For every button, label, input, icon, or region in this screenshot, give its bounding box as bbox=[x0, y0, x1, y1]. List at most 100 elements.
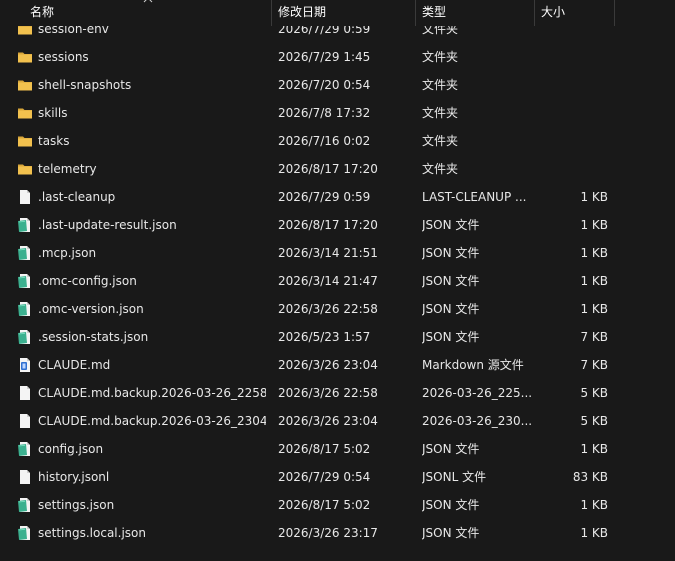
file-modified-date: 2026/8/17 5:02 bbox=[278, 442, 371, 456]
file-row[interactable]: .omc-config.json 2026/3/14 21:47 JSON 文件 1 … bbox=[0, 267, 675, 295]
folder-icon bbox=[17, 161, 33, 177]
file-size bbox=[540, 155, 608, 183]
file-row[interactable]: CLAUDE.md.backup.2026-03-26_2304... 2026/… bbox=[0, 407, 675, 435]
file-name: CLAUDE.md bbox=[38, 358, 111, 372]
column-header-size[interactable]: 大小 bbox=[541, 0, 613, 26]
file-modified-date: 2026/3/26 23:04 bbox=[278, 358, 378, 372]
file-row[interactable]: CLAUDE.md 2026/3/26 23:04 Markdown 源文件 7 KB bbox=[0, 351, 675, 379]
column-divider[interactable] bbox=[534, 0, 535, 26]
file-name: sessions bbox=[38, 50, 89, 64]
file-type: 2026-03-26_225... bbox=[422, 386, 532, 400]
file-row[interactable]: CLAUDE.md.backup.2026-03-26_2258... 2026/… bbox=[0, 379, 675, 407]
file-size: 1 KB bbox=[580, 190, 608, 204]
column-header-size-label: 大小 bbox=[541, 5, 566, 19]
column-header-type[interactable]: 类型 bbox=[422, 0, 532, 26]
file-modified-date: 2026/3/26 23:04 bbox=[278, 414, 378, 428]
file-modified-date: 2026/7/20 0:54 bbox=[278, 78, 371, 92]
file-modified-date: 2026/7/29 0:59 bbox=[278, 190, 371, 204]
file-name: CLAUDE.md.backup.2026-03-26_2304... bbox=[38, 414, 266, 428]
file-type: JSON 文件 bbox=[422, 274, 480, 288]
json-file-icon bbox=[17, 245, 33, 261]
file-size: 1 KB bbox=[580, 302, 608, 316]
file-type: 文件夹 bbox=[422, 78, 459, 92]
file-row[interactable]: .omc-version.json 2026/3/26 22:58 JSON 文件 1… bbox=[0, 295, 675, 323]
file-type: JSONL 文件 bbox=[422, 470, 487, 484]
file-icon bbox=[17, 189, 33, 205]
file-list: session-env 2026/7/29 0:59 文件夹 sessions 2026… bbox=[0, 15, 675, 547]
file-type: JSON 文件 bbox=[422, 302, 480, 316]
file-size: 1 KB bbox=[580, 246, 608, 260]
file-name: .last-cleanup bbox=[38, 190, 116, 204]
file-size: 83 KB bbox=[572, 470, 608, 484]
folder-icon bbox=[17, 49, 33, 65]
file-type: JSON 文件 bbox=[422, 442, 480, 456]
file-size: 5 KB bbox=[580, 414, 608, 428]
file-name: skills bbox=[38, 106, 68, 120]
file-type: JSON 文件 bbox=[422, 498, 480, 512]
file-name: settings.json bbox=[38, 498, 115, 512]
file-name: shell-snapshots bbox=[38, 78, 132, 92]
file-name: config.json bbox=[38, 442, 104, 456]
file-size bbox=[540, 99, 608, 127]
file-type: JSON 文件 bbox=[422, 246, 480, 260]
column-divider[interactable] bbox=[271, 0, 272, 26]
column-divider[interactable] bbox=[415, 0, 416, 26]
file-modified-date: 2026/3/14 21:51 bbox=[278, 246, 378, 260]
column-header-name[interactable]: 名称 bbox=[30, 0, 270, 26]
file-icon bbox=[17, 413, 33, 429]
file-row[interactable]: .mcp.json 2026/3/14 21:51 JSON 文件 1 KB bbox=[0, 239, 675, 267]
file-type: JSON 文件 bbox=[422, 330, 480, 344]
file-name: .mcp.json bbox=[38, 246, 97, 260]
file-modified-date: 2026/8/17 17:20 bbox=[278, 162, 378, 176]
file-type: 2026-03-26_230... bbox=[422, 414, 532, 428]
file-type: LAST-CLEANUP ... bbox=[422, 190, 527, 204]
file-size: 1 KB bbox=[580, 526, 608, 540]
file-row[interactable]: shell-snapshots 2026/7/20 0:54 文件夹 bbox=[0, 71, 675, 99]
file-type: 文件夹 bbox=[422, 106, 459, 120]
file-row[interactable]: .last-cleanup 2026/7/29 0:59 LAST-CLEANUP … bbox=[0, 183, 675, 211]
file-name: history.jsonl bbox=[38, 470, 110, 484]
file-modified-date: 2026/8/17 5:02 bbox=[278, 498, 371, 512]
column-header-name-label: 名称 bbox=[30, 5, 55, 19]
file-row[interactable]: settings.json 2026/8/17 5:02 JSON 文件 1 KB bbox=[0, 491, 675, 519]
file-modified-date: 2026/8/17 17:20 bbox=[278, 218, 378, 232]
json-file-icon bbox=[17, 497, 33, 513]
column-header-type-label: 类型 bbox=[422, 5, 447, 19]
file-row[interactable]: .session-stats.json 2026/5/23 1:57 JSON 文件… bbox=[0, 323, 675, 351]
file-size: 7 KB bbox=[580, 330, 608, 344]
file-row[interactable]: tasks 2026/7/16 0:02 文件夹 bbox=[0, 127, 675, 155]
file-icon bbox=[17, 385, 33, 401]
column-divider[interactable] bbox=[614, 0, 615, 26]
json-file-icon bbox=[17, 217, 33, 233]
file-type: 文件夹 bbox=[422, 50, 459, 64]
file-modified-date: 2026/7/29 1:45 bbox=[278, 50, 371, 64]
file-name: .omc-config.json bbox=[38, 274, 137, 288]
file-type: 文件夹 bbox=[422, 162, 459, 176]
file-size bbox=[540, 71, 608, 99]
json-file-icon bbox=[17, 441, 33, 457]
folder-icon bbox=[17, 133, 33, 149]
file-row[interactable]: sessions 2026/7/29 1:45 文件夹 bbox=[0, 43, 675, 71]
file-row[interactable]: history.jsonl 2026/7/29 0:54 JSONL 文件 83 KB bbox=[0, 463, 675, 491]
file-modified-date: 2026/7/16 0:02 bbox=[278, 134, 371, 148]
file-modified-date: 2026/5/23 1:57 bbox=[278, 330, 371, 344]
folder-icon bbox=[17, 105, 33, 121]
file-row[interactable]: skills 2026/7/8 17:32 文件夹 bbox=[0, 99, 675, 127]
column-header: 名称 修改日期 类型 大小 bbox=[0, 0, 675, 26]
file-row[interactable]: config.json 2026/8/17 5:02 JSON 文件 1 KB bbox=[0, 435, 675, 463]
json-file-icon bbox=[17, 301, 33, 317]
file-size bbox=[540, 43, 608, 71]
markdown-file-icon bbox=[17, 357, 33, 373]
file-name: .omc-version.json bbox=[38, 302, 144, 316]
file-modified-date: 2026/7/8 17:32 bbox=[278, 106, 371, 120]
file-row[interactable]: settings.local.json 2026/3/26 23:17 JSON 文… bbox=[0, 519, 675, 547]
file-size: 1 KB bbox=[580, 498, 608, 512]
file-icon bbox=[17, 469, 33, 485]
json-file-icon bbox=[17, 329, 33, 345]
file-row[interactable]: .last-update-result.json 2026/8/17 17:20 J… bbox=[0, 211, 675, 239]
file-modified-date: 2026/3/26 22:58 bbox=[278, 302, 378, 316]
column-header-date[interactable]: 修改日期 bbox=[278, 0, 414, 26]
file-row[interactable]: telemetry 2026/8/17 17:20 文件夹 bbox=[0, 155, 675, 183]
file-name: settings.local.json bbox=[38, 526, 146, 540]
file-size: 1 KB bbox=[580, 442, 608, 456]
